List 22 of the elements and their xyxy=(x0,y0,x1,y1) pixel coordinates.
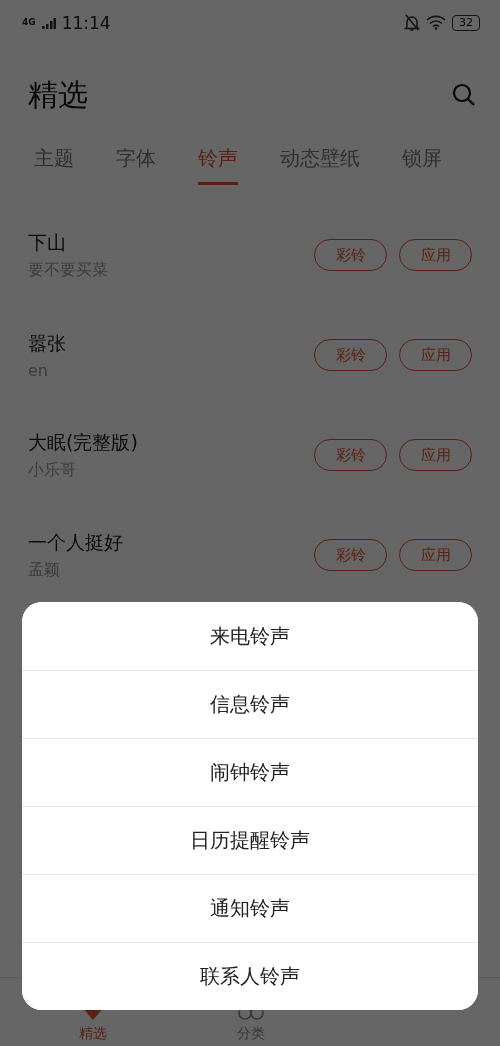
song-title: 下山 xyxy=(28,229,67,255)
song-title: 大眠(完整版) xyxy=(28,429,139,455)
ringback-button[interactable]: 彩铃 xyxy=(314,439,387,471)
category-tab[interactable]: 铃声 xyxy=(198,145,238,185)
song-title: 嚣张 xyxy=(28,330,67,356)
ringback-button[interactable]: 彩铃 xyxy=(314,539,387,571)
song-title: 一个人挺好 xyxy=(28,529,124,555)
ringback-button[interactable]: 彩铃 xyxy=(314,239,387,271)
apply-button[interactable]: 应用 xyxy=(399,339,472,371)
ringback-button[interactable]: 彩铃 xyxy=(314,339,387,371)
page-title: 精选 xyxy=(28,75,89,114)
apply-button[interactable]: 应用 xyxy=(399,539,472,571)
apply-button[interactable]: 应用 xyxy=(399,239,472,271)
battery-level: 32 xyxy=(452,14,480,31)
search-icon[interactable] xyxy=(452,83,476,107)
muted-bell-icon xyxy=(404,13,420,32)
apply-button[interactable]: 应用 xyxy=(399,439,472,471)
status-time: 11:14 xyxy=(61,12,111,33)
wifi-icon xyxy=(426,15,446,30)
signal-icon xyxy=(41,16,56,29)
ringtone-option[interactable]: 联系人铃声 xyxy=(22,942,478,1010)
network-type: 4G xyxy=(22,18,36,27)
